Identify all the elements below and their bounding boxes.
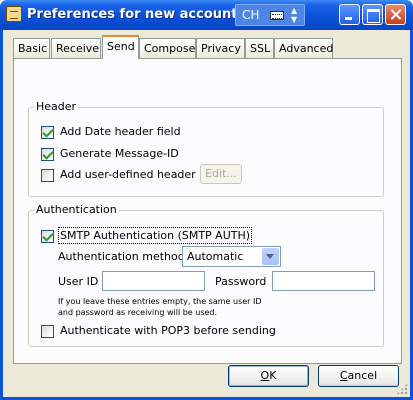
app-icon: [6, 6, 22, 22]
preferences-window: Preferences for new account CH ▲ ▼ Basic …: [0, 0, 413, 400]
auth-method-value: Automatic: [187, 250, 244, 263]
chevron-down-icon[interactable]: [262, 248, 279, 265]
close-button[interactable]: [385, 4, 406, 25]
window-title: Preferences for new account: [27, 7, 238, 22]
ok-button[interactable]: OK: [228, 365, 309, 387]
keyboard-icon[interactable]: [270, 11, 284, 20]
smtp-auth-checkbox[interactable]: [41, 230, 54, 243]
ime-toolbar[interactable]: CH ▲ ▼: [235, 4, 305, 26]
user-id-field[interactable]: [102, 271, 205, 291]
add-date-label[interactable]: Add Date header field: [60, 125, 181, 138]
tab-receive[interactable]: Receive: [51, 38, 101, 59]
tab-compose[interactable]: Compose: [139, 38, 196, 59]
header-group-title: Header: [34, 100, 79, 113]
maximize-button[interactable]: [362, 4, 383, 25]
ok-mnemonic: O: [260, 369, 270, 382]
credentials-hint: If you leave these entries empty, the sa…: [58, 297, 262, 317]
edit-header-button[interactable]: Edit...: [200, 164, 242, 184]
cancel-button[interactable]: Cancel: [318, 365, 399, 387]
authentication-group-title: Authentication: [34, 203, 119, 216]
pop-before-smtp-label[interactable]: Authenticate with POP3 before sending: [60, 324, 276, 337]
tab-basic[interactable]: Basic: [13, 38, 50, 59]
user-defined-header-label[interactable]: Add user-defined header: [60, 168, 196, 181]
title-bar[interactable]: Preferences for new account CH ▲ ▼: [0, 0, 413, 30]
smtp-auth-label[interactable]: SMTP Authentication (SMTP AUTH): [57, 227, 253, 244]
tab-send[interactable]: Send: [102, 35, 139, 59]
send-tab-panel: Header Add Date header field Generate Me…: [13, 58, 402, 364]
ok-label-rest: K: [269, 369, 277, 382]
auth-method-select[interactable]: Automatic: [182, 246, 281, 267]
pop-before-smtp-checkbox[interactable]: [41, 325, 54, 338]
tab-privacy[interactable]: Privacy: [196, 38, 245, 59]
user-id-label: User ID: [58, 275, 99, 288]
user-defined-header-checkbox[interactable]: [41, 169, 54, 182]
cancel-label-rest: ancel: [347, 369, 378, 382]
password-field[interactable]: [272, 271, 375, 291]
generate-message-id-checkbox[interactable]: [41, 148, 54, 161]
ime-mode-label[interactable]: CH: [242, 8, 259, 22]
tab-advanced[interactable]: Advanced: [274, 38, 333, 59]
ime-arrows-icon[interactable]: ▲ ▼: [291, 6, 297, 24]
cancel-mnemonic: C: [339, 369, 348, 382]
dialog-client: Basic Receive Send Compose Privacy SSL A…: [3, 30, 410, 397]
add-date-checkbox[interactable]: [41, 126, 54, 139]
auth-method-label: Authentication method: [58, 250, 185, 263]
minimize-button[interactable]: [339, 4, 360, 25]
password-label: Password: [215, 275, 267, 288]
tab-ssl[interactable]: SSL: [245, 38, 274, 59]
generate-message-id-label[interactable]: Generate Message-ID: [60, 147, 179, 160]
